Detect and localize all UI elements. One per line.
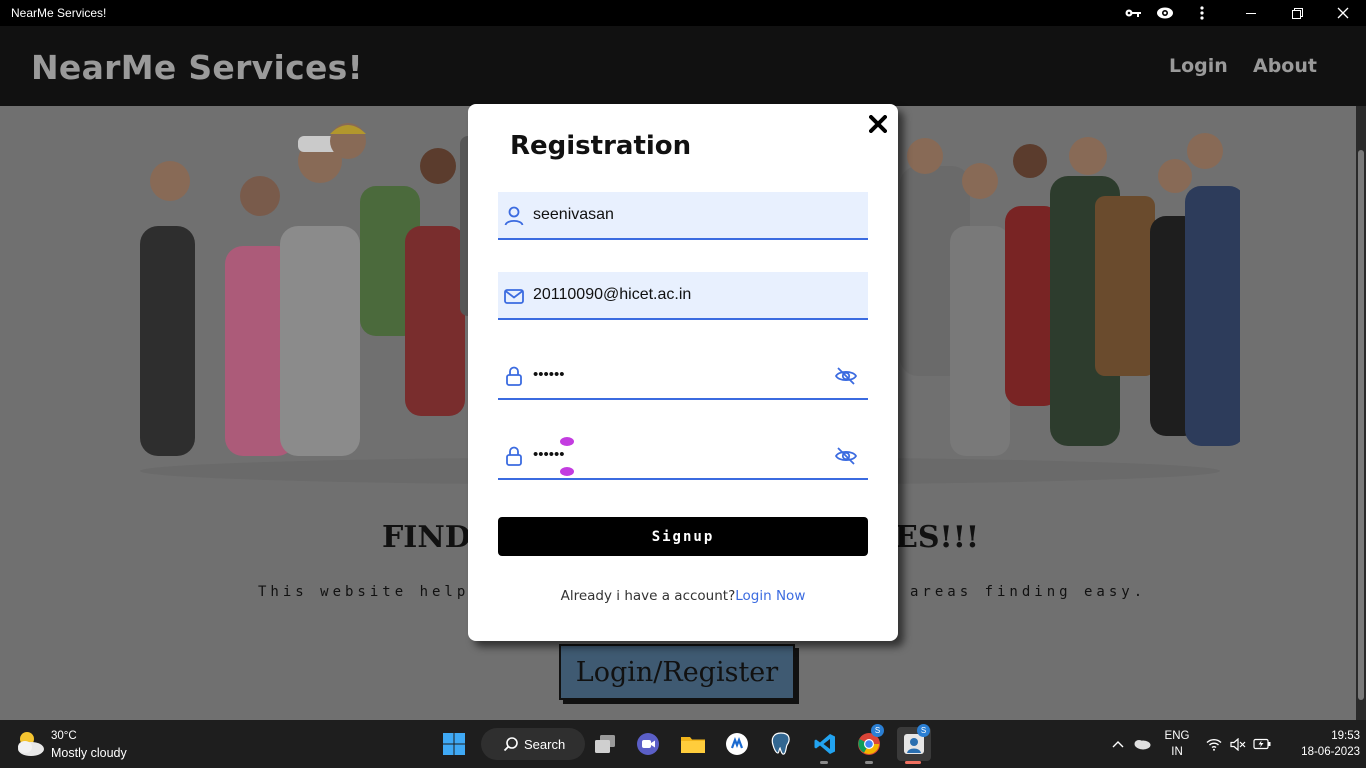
email-value[interactable]: 20110090@hicet.ac.in — [533, 272, 691, 318]
user-icon — [504, 206, 524, 226]
login-prompt-text: Already i have a account? — [560, 588, 736, 604]
app-circle-icon[interactable] — [723, 730, 751, 758]
site-brand[interactable]: NearMe Services! — [31, 48, 363, 87]
email-field[interactable]: 20110090@hicet.ac.in — [498, 272, 868, 320]
more-options-icon[interactable] — [1190, 3, 1214, 23]
password-field[interactable]: •••••• — [498, 352, 868, 400]
login-prompt: Already i have a account?Login Now — [468, 588, 898, 604]
weather-temperature: 30°C — [51, 730, 77, 742]
onedrive-cloud-icon[interactable] — [1130, 730, 1154, 758]
language-bottom[interactable]: IN — [1160, 746, 1194, 758]
page-scrollbar-thumb[interactable] — [1358, 150, 1364, 700]
eye-slash-icon[interactable] — [834, 364, 858, 388]
site-navbar: NearMe Services! Login About — [0, 26, 1366, 106]
lock-icon — [506, 446, 522, 466]
chevron-up-icon[interactable] — [1106, 730, 1130, 758]
profile-badge: S — [917, 724, 930, 737]
windows-start-icon[interactable] — [440, 730, 468, 758]
taskbar: 30°C Mostly cloudy Search S S ENG IN 19:… — [0, 720, 1366, 768]
window-titlebar: NearMe Services! — [0, 0, 1366, 26]
nav-about-link[interactable]: About — [1253, 55, 1317, 77]
username-value[interactable]: seenivasan — [533, 192, 614, 238]
restore-icon[interactable] — [1285, 3, 1309, 23]
login-register-button[interactable]: Login/Register — [559, 644, 795, 700]
taskbar-search[interactable]: Search — [481, 728, 585, 760]
modal-title: Registration — [510, 131, 692, 161]
login-now-link[interactable]: Login Now — [735, 588, 805, 604]
close-window-icon[interactable] — [1331, 3, 1355, 23]
search-label: Search — [524, 736, 566, 752]
chrome-icon[interactable]: S — [855, 724, 884, 758]
mail-icon — [504, 289, 524, 304]
profile-badge: S — [871, 724, 884, 737]
weather-description: Mostly cloudy — [51, 746, 127, 760]
active-app-icon[interactable]: S — [897, 724, 931, 761]
hero-heading-left: FIND — [382, 520, 471, 555]
minimize-icon[interactable] — [1239, 3, 1263, 23]
lock-icon — [506, 366, 522, 386]
password-value[interactable]: •••••• — [533, 352, 565, 398]
file-explorer-icon[interactable] — [679, 730, 707, 758]
weather-widget[interactable]: 30°C Mostly cloudy — [14, 728, 127, 763]
search-icon — [503, 737, 518, 752]
app-active-indicator — [905, 761, 921, 764]
volume-muted-icon[interactable] — [1227, 730, 1249, 758]
cloud-sun-icon — [18, 732, 44, 756]
signup-button[interactable]: Signup — [498, 517, 868, 556]
eye-slash-icon[interactable] — [834, 444, 858, 468]
hero-text-right: areas finding easy. — [910, 584, 1147, 600]
confirm-password-field[interactable]: •••••• — [498, 432, 868, 480]
registration-modal: Registration seenivasan 20110090@hicet.a… — [468, 104, 898, 641]
postgresql-icon[interactable] — [767, 730, 795, 758]
clock-date[interactable]: 18-06-2023 — [1280, 746, 1360, 758]
key-icon[interactable] — [1121, 3, 1145, 23]
hero-heading-right: ES!!! — [895, 520, 980, 555]
vscode-icon[interactable] — [811, 730, 839, 758]
app-running-indicator — [820, 761, 828, 764]
nav-login-link[interactable]: Login — [1169, 55, 1228, 77]
language-top[interactable]: ENG — [1160, 730, 1194, 742]
text-cursor-handle-top — [560, 437, 574, 446]
battery-charging-icon[interactable] — [1251, 730, 1273, 758]
window-title: NearMe Services! — [11, 6, 107, 20]
username-field[interactable]: seenivasan — [498, 192, 868, 240]
app-running-indicator — [865, 761, 873, 764]
meet-chat-icon[interactable] — [634, 730, 662, 758]
text-cursor-handle-bottom — [560, 467, 574, 476]
task-view-icon[interactable] — [591, 730, 619, 758]
clock-time[interactable]: 19:53 — [1280, 730, 1360, 742]
close-modal-icon[interactable] — [866, 112, 890, 136]
eye-icon[interactable] — [1153, 3, 1177, 23]
wifi-icon[interactable] — [1203, 730, 1225, 758]
